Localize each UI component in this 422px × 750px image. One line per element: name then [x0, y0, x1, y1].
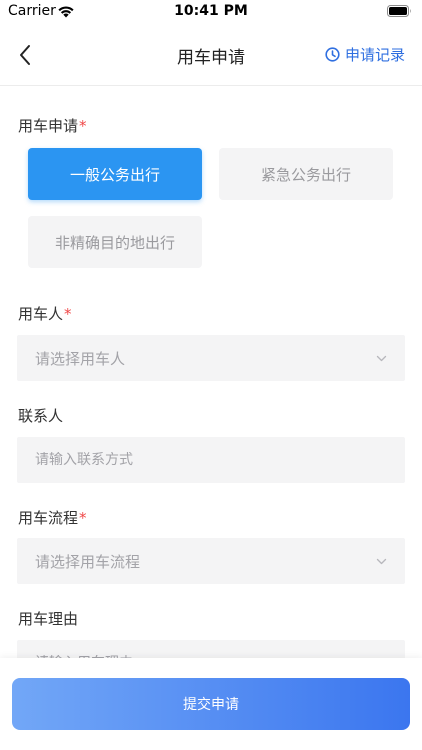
process-placeholder: 请选择用车流程	[35, 552, 141, 571]
records-label: 申请记录	[344, 46, 405, 64]
contact-input[interactable]	[35, 452, 387, 468]
option-general-trip[interactable]: 一般公务出行	[28, 148, 202, 200]
status-bar: Carrier 10:41 PM	[0, 0, 422, 24]
clock-time: 10:41 PM	[174, 3, 248, 19]
chevron-down-icon	[376, 355, 387, 361]
contact-label: 联系人	[18, 407, 64, 425]
nav-bar: 用车申请 申请记录	[0, 24, 422, 86]
required-mark: *	[64, 305, 72, 323]
trip-type-label: 用车申请*	[18, 117, 87, 135]
required-mark: *	[79, 509, 87, 527]
vehicle-user-label: 用车人*	[18, 305, 72, 323]
bottom-action-bar: 提交申请	[0, 658, 422, 750]
contact-field[interactable]	[17, 437, 405, 483]
option-urgent-trip[interactable]: 紧急公务出行	[219, 148, 393, 200]
reason-label: 用车理由	[18, 610, 79, 628]
application-records-link[interactable]: 申请记录	[325, 44, 405, 65]
vehicle-user-select[interactable]: 请选择用车人	[17, 335, 405, 381]
process-select[interactable]: 请选择用车流程	[17, 538, 405, 584]
submit-application-button[interactable]: 提交申请	[12, 678, 410, 730]
process-label: 用车流程*	[18, 509, 87, 527]
clock-icon	[325, 47, 340, 62]
vehicle-user-placeholder: 请选择用车人	[35, 349, 126, 368]
option-imprecise-destination-trip[interactable]: 非精确目的地出行	[28, 216, 202, 268]
chevron-down-icon	[376, 558, 387, 564]
reason-field[interactable]	[17, 640, 405, 658]
battery-icon	[387, 5, 411, 17]
form-content[interactable]: 用车申请* 一般公务出行 紧急公务出行 非精确目的地出行 用车人* 请选择用车人…	[0, 86, 422, 658]
required-mark: *	[79, 117, 87, 135]
